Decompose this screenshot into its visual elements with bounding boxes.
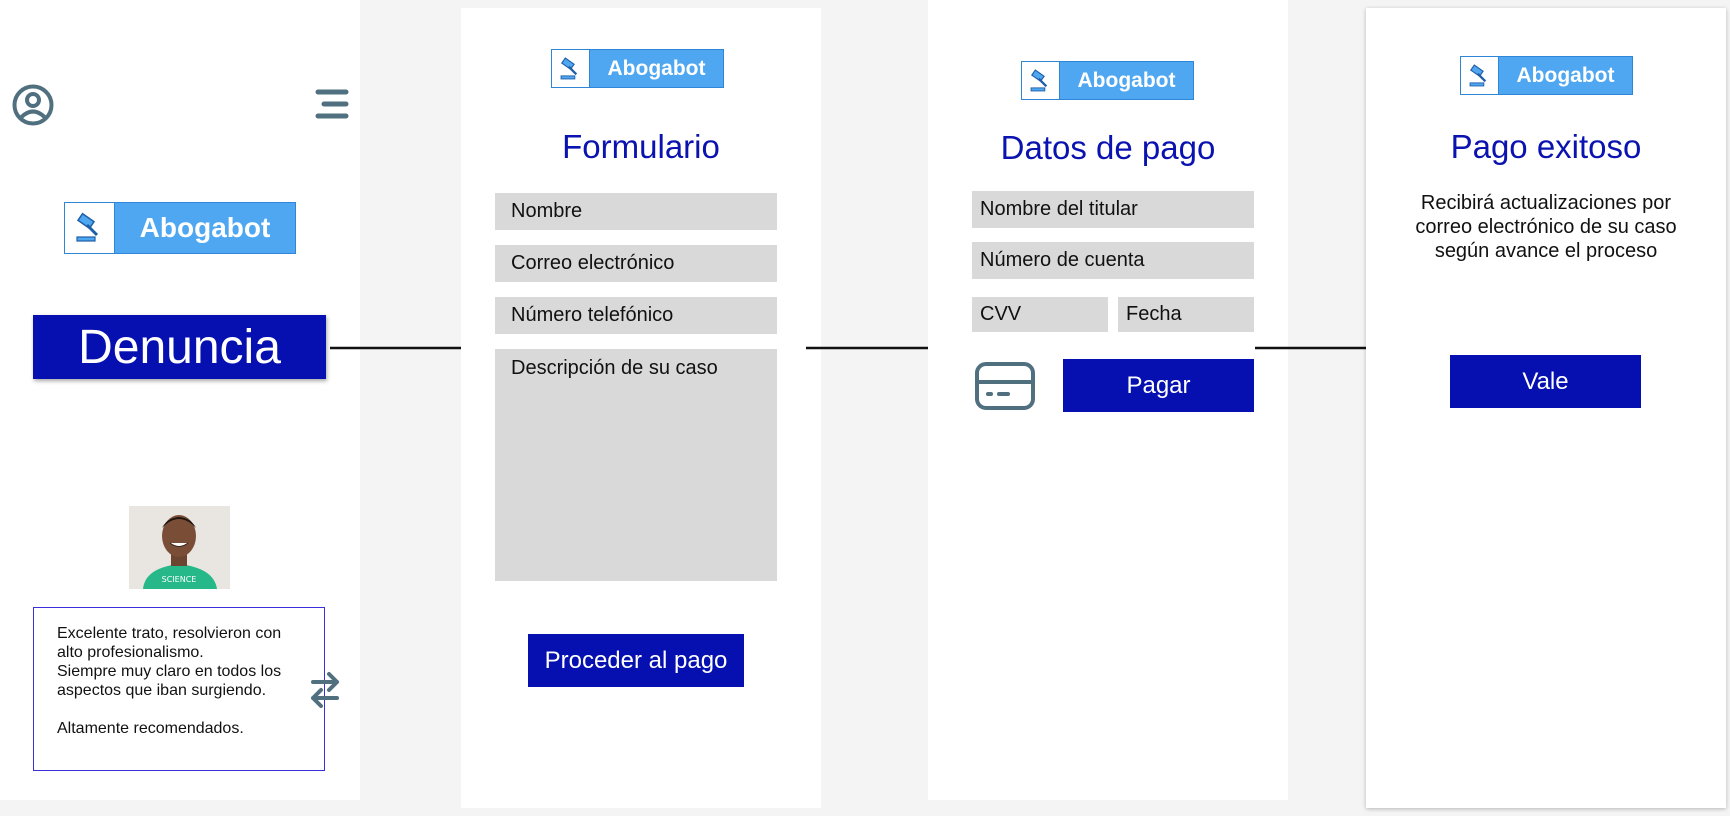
credit-card-icon [975, 362, 1035, 410]
page-title: Pago exitoso [1450, 128, 1642, 165]
page-title: Datos de pago [1000, 129, 1216, 166]
success-screen: Abogabot Pago exitoso Recibirá actualiza… [1366, 8, 1726, 808]
name-field[interactable]: Nombre [495, 193, 777, 230]
gavel-icon [1461, 57, 1499, 94]
success-message: Recibirá actualizaciones por correo elec… [1366, 191, 1726, 263]
date-field[interactable]: Fecha [1118, 297, 1254, 332]
card-holder-field[interactable]: Nombre del titular [972, 191, 1254, 228]
form-screen: Abogabot Formulario Nombre Correo electr… [461, 8, 821, 808]
gavel-icon [65, 203, 115, 253]
ok-button[interactable]: Vale [1450, 355, 1641, 408]
account-number-field[interactable]: Número de cuenta [972, 242, 1254, 279]
svg-text:SCIENCE: SCIENCE [162, 575, 197, 584]
pay-button[interactable]: Pagar [1063, 359, 1254, 412]
gavel-icon [1022, 62, 1060, 99]
review-card: Excelente trato, resolvieron con alto pr… [33, 607, 325, 771]
review-line: Altamente recomendados. [57, 720, 244, 737]
brand-logo: Abogabot [64, 202, 296, 254]
logo-text: Abogabot [1077, 68, 1176, 92]
review-line: alto profesionalismo. [57, 644, 204, 661]
swap-arrows-icon[interactable] [307, 670, 343, 710]
page-title: Formulario [562, 128, 720, 165]
avatar: SCIENCE [129, 506, 230, 589]
denuncia-button[interactable]: Denuncia [33, 315, 326, 379]
home-screen: Abogabot Denuncia SCIENCE Excelente trat… [0, 0, 360, 800]
logo-text: Abogabot [139, 212, 271, 243]
message-line: correo electrónico de su caso [1415, 216, 1677, 238]
proceed-to-payment-button[interactable]: Proceder al pago [528, 634, 744, 687]
email-field[interactable]: Correo electrónico [495, 245, 777, 282]
brand-logo: Abogabot [1021, 61, 1194, 100]
cvv-field[interactable]: CVV [972, 297, 1108, 332]
logo-text: Abogabot [1516, 63, 1615, 87]
message-line: según avance el proceso [1434, 240, 1658, 262]
description-field[interactable]: Descripción de su caso [495, 349, 777, 581]
phone-field[interactable]: Número telefónico [495, 297, 777, 334]
user-circle-icon[interactable] [12, 84, 54, 126]
logo-text: Abogabot [607, 56, 706, 80]
review-line: Siempre muy claro en todos los [57, 663, 282, 680]
hamburger-menu-icon[interactable] [310, 88, 350, 120]
review-line [57, 700, 324, 719]
review-line: aspectos que iban surgiendo. [57, 682, 267, 699]
brand-logo: Abogabot [1460, 56, 1633, 95]
gavel-icon [552, 50, 590, 87]
review-line: Excelente trato, resolvieron con [57, 625, 282, 642]
message-line: Recibirá actualizaciones por [1420, 192, 1672, 214]
payment-screen: Abogabot Datos de pago Nombre del titula… [928, 0, 1288, 800]
brand-logo: Abogabot [551, 49, 724, 88]
